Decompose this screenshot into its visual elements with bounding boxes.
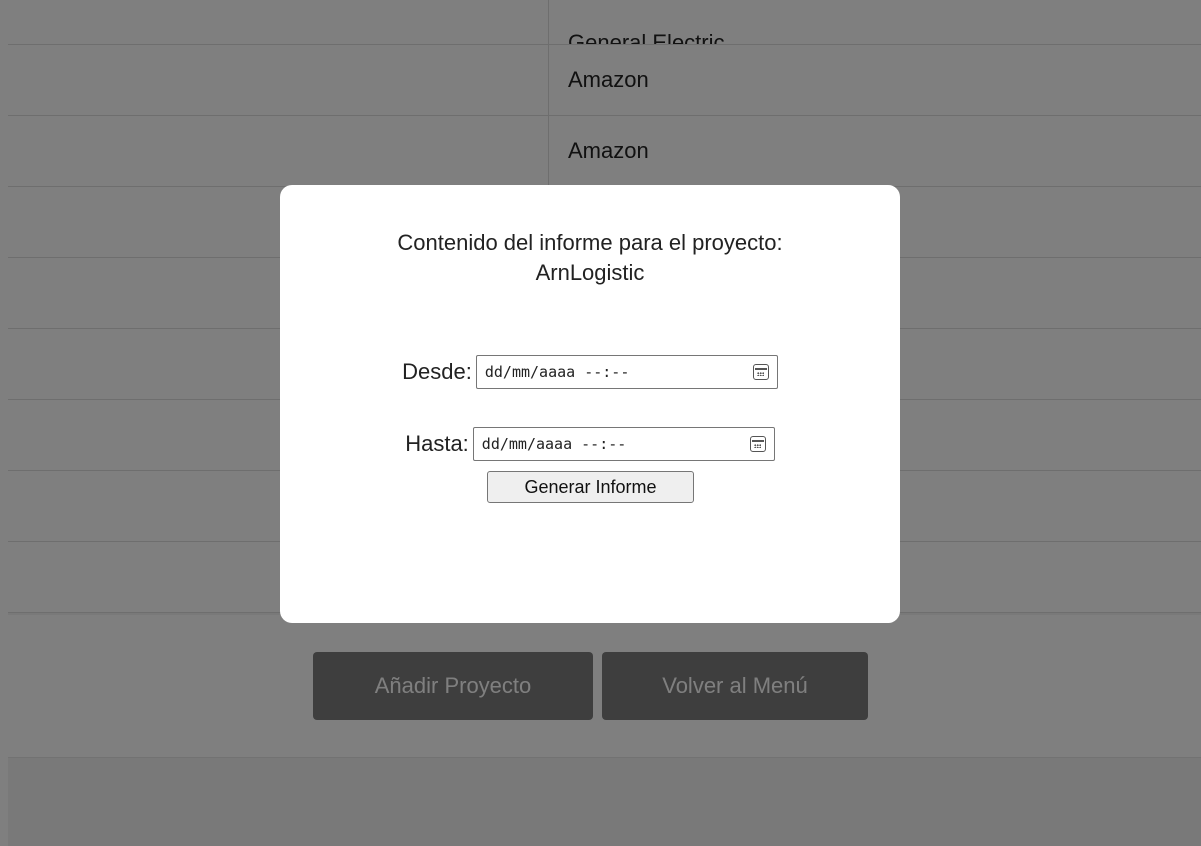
project-name: ArnLogistic — [535, 260, 645, 285]
report-modal: Contenido del informe para el proyecto: … — [280, 185, 900, 623]
from-placeholder: dd/mm/aaaa --:-- — [484, 363, 630, 381]
to-field-row: Hasta: dd/mm/aaaa --:-- — [280, 427, 900, 461]
to-datetime-input[interactable]: dd/mm/aaaa --:-- — [472, 427, 775, 461]
modal-title: Contenido del informe para el proyecto: … — [280, 228, 900, 288]
to-placeholder: dd/mm/aaaa --:-- — [481, 435, 627, 453]
from-datetime-input[interactable]: dd/mm/aaaa --:-- — [475, 355, 778, 389]
generate-report-button[interactable]: Generar Informe — [487, 471, 694, 503]
calendar-icon[interactable] — [752, 364, 769, 380]
to-label: Hasta: — [405, 431, 469, 456]
calendar-icon[interactable] — [749, 436, 766, 452]
from-label: Desde: — [402, 359, 472, 384]
from-field-row: Desde: dd/mm/aaaa --:-- — [280, 355, 900, 389]
modal-title-text: Contenido del informe para el proyecto: — [397, 230, 783, 255]
